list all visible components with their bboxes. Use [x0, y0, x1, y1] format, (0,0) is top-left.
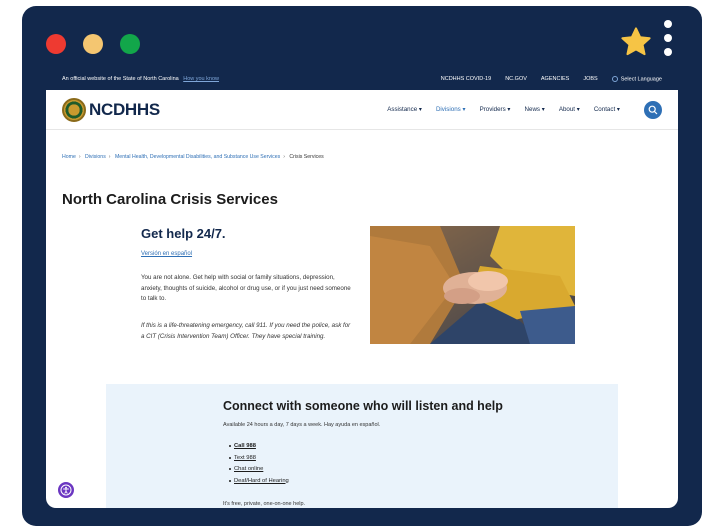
call-988-link[interactable]: Call 988: [234, 443, 256, 449]
help-heading: Get help 24/7.: [141, 226, 226, 241]
deaf-hard-of-hearing-link[interactable]: Deaf/Hard of Hearing: [234, 478, 289, 484]
agencies-link[interactable]: AGENCIES: [541, 76, 569, 82]
free-help-text: It's free, private, one-on-one help.: [223, 501, 306, 507]
list-item: Chat online: [229, 466, 289, 472]
connect-heading: Connect with someone who will listen and…: [223, 399, 503, 413]
site-header: NCDHHS Assistance ▾ Divisions ▾ Provider…: [46, 90, 678, 130]
intro-paragraph: You are not alone. Get help with social …: [141, 274, 351, 302]
nav-contact[interactable]: Contact ▾: [594, 106, 620, 113]
select-language-label: Select Language: [620, 76, 662, 83]
ncgov-link[interactable]: NC.GOV: [505, 76, 527, 82]
main-nav: Assistance ▾ Divisions ▾ Providers ▾ New…: [373, 100, 662, 119]
globe-icon: [611, 75, 618, 82]
contact-options-list: Call 988 Text 988 Chat online Deaf/Hard …: [229, 443, 289, 489]
text-988-link[interactable]: Text 988: [234, 455, 256, 461]
breadcrumb-home[interactable]: Home: [62, 154, 76, 160]
accessibility-icon: [60, 484, 72, 496]
page-title: North Carolina Crisis Services: [62, 191, 278, 208]
breadcrumb: Home › Divisions › Mental Health, Developm…: [62, 154, 324, 160]
list-item: Deaf/Hard of Hearing: [229, 478, 289, 484]
breadcrumb-current: Crisis Services: [289, 154, 324, 160]
government-banner: An official website of the State of Nort…: [46, 68, 678, 90]
accessibility-button[interactable]: [56, 480, 76, 500]
site-logo-text[interactable]: NCDHHS: [89, 100, 160, 120]
jobs-link[interactable]: JOBS: [583, 76, 597, 82]
minimize-window-button[interactable]: [83, 34, 103, 54]
official-site-text: An official website of the State of Nort…: [62, 76, 179, 82]
star-icon[interactable]: [620, 26, 652, 58]
nav-divisions[interactable]: Divisions ▾: [436, 106, 466, 113]
kebab-menu-icon[interactable]: [663, 20, 673, 64]
chat-online-link[interactable]: Chat online: [234, 466, 263, 472]
search-icon: [648, 105, 658, 114]
breadcrumb-divisions[interactable]: Divisions: [85, 154, 106, 160]
connect-section: Connect with someone who will listen and…: [106, 384, 618, 508]
nav-about[interactable]: About ▾: [559, 106, 580, 113]
webpage-viewport: An official website of the State of Nort…: [46, 68, 678, 508]
search-button[interactable]: [644, 100, 662, 119]
select-language-button[interactable]: Select Language: [611, 75, 662, 83]
nav-assistance[interactable]: Assistance ▾: [387, 106, 422, 113]
availability-text: Available 24 hours a day, 7 days a week.…: [223, 422, 381, 428]
close-window-button[interactable]: [46, 34, 66, 54]
nc-seal-logo[interactable]: [62, 97, 86, 122]
emergency-paragraph: If this is a life-threatening emergency,…: [141, 322, 351, 340]
breadcrumb-mhddsus[interactable]: Mental Health, Developmental Disabilitie…: [115, 154, 280, 160]
maximize-window-button[interactable]: [120, 34, 140, 54]
how-you-know-link[interactable]: How you know: [183, 76, 219, 82]
spanish-version-link[interactable]: Versión en español: [141, 251, 192, 257]
list-item: Text 988: [229, 455, 289, 461]
nav-news[interactable]: News ▾: [525, 106, 545, 113]
nav-providers[interactable]: Providers ▾: [480, 106, 511, 113]
list-item: Call 988: [229, 443, 289, 449]
covid-link[interactable]: NCDHHS COVID-19: [441, 76, 491, 82]
holding-hands-photo: [370, 226, 575, 344]
